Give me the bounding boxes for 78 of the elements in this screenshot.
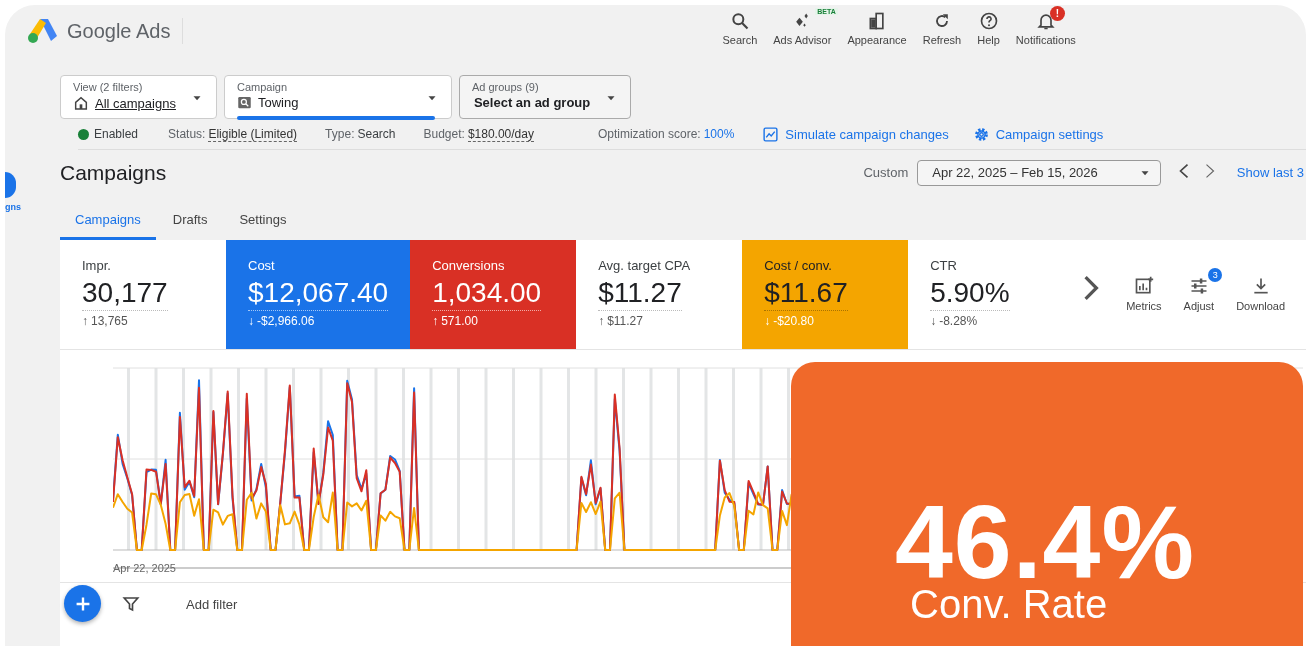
help-icon (978, 10, 999, 31)
field-label: Type: (325, 127, 355, 141)
trend-arrow: ↑ (598, 314, 605, 328)
alert-badge: ! (1049, 5, 1065, 21)
action-link[interactable]: Campaign settings (972, 125, 1104, 143)
status-dot (78, 128, 89, 140)
metric-card[interactable]: Cost / conv. $11.67 ↓ -$20.80 (742, 240, 909, 349)
metric-value: $12,067.40 (248, 277, 389, 311)
metrics-tool-button[interactable]: Adjust 3 (1175, 267, 1223, 312)
home-icon (73, 95, 89, 111)
trend-arrow: ↑ (82, 314, 88, 328)
show-last-link[interactable]: Show last 3 (1236, 165, 1304, 180)
metric-change: -8.28% (939, 314, 978, 328)
metric-change: 13,765 (91, 314, 128, 328)
tab[interactable]: Settings (224, 202, 302, 240)
metric-change: 571.00 (441, 314, 478, 328)
logo-icon (27, 18, 57, 44)
metric-label: Conversions (432, 258, 506, 273)
metric-change: -$2,966.06 (257, 314, 315, 328)
metric-card[interactable]: Cost $12,067.40 ↓ -$2,966.06 (226, 240, 411, 349)
filter-value: Select an ad group (473, 95, 591, 110)
metric-change: $11.27 (607, 314, 643, 328)
search-icon (729, 10, 750, 31)
nav-label[interactable]: gns (5, 202, 21, 212)
date-range-dropdown[interactable]: Apr 22, 2025 – Feb 15, 2026 (917, 159, 1161, 186)
trend-arrow: ↑ (432, 314, 439, 328)
toolbar-button[interactable]: Refresh (914, 10, 970, 46)
filter-value: Towing (257, 95, 299, 110)
page-title: Campaigns (60, 160, 167, 185)
metrics-tool-button[interactable]: Metrics (1118, 267, 1170, 312)
axis-label: Apr 22, 2025 (113, 562, 177, 574)
bar-chart-icon (1133, 275, 1154, 296)
filter-dropdown[interactable]: Campaign Towing (223, 75, 452, 119)
trend-arrow: ↓ (248, 314, 254, 328)
metric-label: Cost (248, 258, 276, 273)
action-link[interactable]: Simulate campaign changes (762, 125, 949, 143)
metric-value: 5.90% (930, 277, 1010, 311)
add-filter-button[interactable]: Add filter (180, 595, 244, 613)
metric-change: -$20.80 (773, 314, 814, 328)
metric-card[interactable]: CTR 5.90% ↓ -8.28% (908, 240, 1075, 349)
trend-arrow: ↓ (764, 314, 771, 328)
filter-label: View (2 filters) (73, 81, 144, 93)
field-value[interactable]: Eligible (Limited) (208, 126, 298, 142)
metric-label: Avg. target CPA (598, 258, 692, 273)
toolbar-button[interactable]: Search (714, 10, 766, 46)
field-label: Optimization score: (597, 127, 701, 141)
metric-card[interactable]: Conversions 1,034.00 ↑ 571.00 (410, 240, 577, 349)
filter-dropdown[interactable]: View (2 filters) All campaigns (60, 75, 217, 119)
metric-value: $11.67 (764, 277, 848, 311)
search-icon (236, 95, 252, 110)
filter-label: Ad groups (9) (471, 81, 540, 93)
metrics-tool-button[interactable]: Download (1228, 267, 1294, 312)
field-label: Status: (168, 126, 206, 142)
filter-icon (122, 595, 140, 613)
metric-label: CTR (930, 258, 958, 273)
field-value: Search (357, 127, 396, 141)
toolbar-button[interactable]: Appearance (839, 10, 915, 46)
chart-icon (762, 125, 780, 143)
status-text: Enabled (94, 127, 139, 141)
metric-card[interactable]: Impr. 30,177 ↑ 13,765 (60, 240, 226, 349)
filter-label: Campaign (236, 81, 289, 93)
range-label: Custom (863, 165, 909, 180)
toolbar-button[interactable]: Help (969, 10, 1008, 46)
count-badge: 3 (1208, 267, 1223, 282)
filter-dropdown[interactable]: Ad groups (9) Select an ad group (458, 75, 632, 119)
field-value[interactable]: $180.00/day (467, 126, 534, 142)
field-value[interactable]: 100% (703, 127, 735, 141)
metric-label: Cost / conv. (764, 258, 833, 273)
metric-card[interactable]: Avg. target CPA $11.27 ↑ $11.27 (576, 240, 743, 349)
filter-value: All campaigns (95, 95, 176, 111)
metric-label: Impr. (82, 258, 112, 273)
metric-value: $11.27 (598, 277, 682, 311)
app-name: Google Ads (67, 19, 171, 43)
metric-value: 30,177 (82, 277, 168, 311)
tab[interactable]: Drafts (157, 202, 223, 240)
field-label: Budget: (423, 126, 465, 142)
metric-value: 1,034.00 (432, 277, 542, 311)
trend-arrow: ↓ (930, 314, 937, 328)
